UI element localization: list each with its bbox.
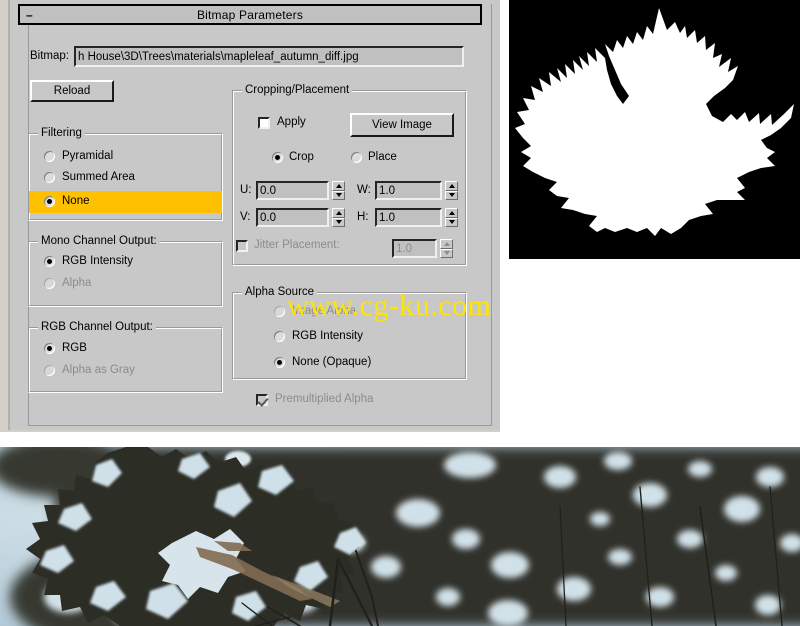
crop-u-label: U: — [240, 183, 252, 196]
radio-icon[interactable] — [272, 152, 283, 164]
view-image-button[interactable]: View Image — [350, 113, 454, 137]
filtering-option-summed-area[interactable]: Summed Area — [44, 171, 135, 184]
rgb-option-rgb[interactable]: RGB — [44, 342, 87, 355]
reload-button[interactable]: Reload — [30, 80, 114, 102]
filtering-option-label: None — [62, 195, 90, 207]
spinner-down-icon[interactable] — [445, 190, 458, 200]
crop-v-input[interactable]: 0.0 — [256, 208, 329, 227]
crop-u-row: U: 0.0 — [240, 181, 345, 200]
spinner-up-icon[interactable] — [332, 208, 345, 218]
jitter-value-input[interactable]: 1.0 — [392, 239, 437, 258]
checkbox-icon[interactable] — [236, 240, 248, 252]
crop-v-spinner[interactable] — [332, 208, 345, 227]
crop-h-label: H: — [357, 210, 369, 223]
mono-option-label: RGB Intensity — [62, 255, 133, 267]
jitter-placement-row[interactable]: Jitter Placement: — [236, 240, 340, 252]
crop-w-label: W: — [357, 183, 371, 196]
spinner-down-icon[interactable] — [445, 217, 458, 227]
minus-icon[interactable]: – — [26, 9, 33, 21]
mono-option-rgb-intensity[interactable]: RGB Intensity — [44, 255, 133, 268]
premultiplied-alpha-label: Premultiplied Alpha — [275, 393, 374, 406]
maple-leaf-icon — [509, 0, 800, 259]
spinner-up-icon[interactable] — [445, 208, 458, 218]
rgb-option-label: Alpha as Gray — [62, 364, 135, 376]
crop-u-spinner[interactable] — [332, 181, 345, 200]
spinner-down-icon[interactable] — [332, 217, 345, 227]
crop-w-row: W: 1.0 — [357, 181, 458, 200]
crop-h-spinner[interactable] — [445, 208, 458, 227]
cropping-placement-title: Cropping/Placement — [242, 84, 353, 96]
alpha-preview-maple-leaf — [509, 0, 800, 259]
crop-v-label: V: — [240, 210, 251, 223]
rgb-channel-output-title: RGB Channel Output: — [38, 321, 156, 333]
filtering-option-label: Summed Area — [62, 171, 135, 183]
mono-channel-output-group: Mono Channel Output: — [28, 235, 223, 307]
spinner-down-icon[interactable] — [440, 248, 453, 258]
radio-icon[interactable] — [44, 256, 55, 268]
mode-option-crop[interactable]: Crop — [272, 151, 314, 164]
watermark-text: www.cg-ku.com — [287, 289, 492, 322]
mono-channel-output-title: Mono Channel Output: — [38, 235, 160, 247]
checkbox-icon[interactable] — [256, 394, 268, 406]
radio-icon[interactable] — [44, 343, 55, 355]
bitmap-path-row: Bitmap: h House\3D\Trees\materials\maple… — [30, 46, 464, 67]
rgb-option-label: RGB — [62, 342, 87, 354]
crop-u-input[interactable]: 0.0 — [256, 181, 329, 200]
radio-icon[interactable] — [274, 306, 285, 318]
rgb-option-alpha-as-gray[interactable]: Alpha as Gray — [44, 364, 135, 377]
radio-icon[interactable] — [44, 196, 55, 208]
rgb-channel-output-group: RGB Channel Output: — [28, 321, 223, 393]
radio-icon[interactable] — [44, 278, 55, 290]
bitmap-label: Bitmap: — [30, 49, 69, 62]
spinner-up-icon[interactable] — [445, 181, 458, 191]
mono-option-alpha[interactable]: Alpha — [44, 277, 92, 290]
rollout-header[interactable]: – Bitmap Parameters — [18, 4, 482, 25]
radio-icon[interactable] — [44, 172, 55, 184]
jitter-placement-label: Jitter Placement: — [254, 239, 340, 252]
apply-label: Apply — [277, 116, 306, 129]
filtering-option-none[interactable]: None — [44, 195, 90, 208]
radio-icon[interactable] — [44, 151, 55, 163]
apply-checkbox-row[interactable]: Apply — [258, 117, 306, 129]
filtering-option-label: Pyramidal — [62, 150, 114, 162]
alpha-option-rgb-intensity[interactable]: RGB Intensity — [274, 330, 363, 343]
photo-canvas — [0, 447, 800, 626]
radio-icon[interactable] — [351, 152, 362, 164]
mode-option-place[interactable]: Place — [351, 151, 397, 164]
checkbox-icon[interactable] — [258, 117, 270, 129]
alpha-option-label: None (Opaque) — [292, 356, 372, 368]
crop-h-input[interactable]: 1.0 — [375, 208, 442, 227]
crop-w-spinner[interactable] — [445, 181, 458, 200]
spinner-up-icon[interactable] — [440, 239, 453, 249]
radio-icon[interactable] — [274, 357, 285, 369]
maple-tree-backlit-photo — [0, 447, 800, 626]
radio-icon[interactable] — [274, 331, 285, 343]
mode-option-label: Place — [368, 151, 397, 163]
jitter-value-row: 1.0 — [392, 239, 453, 258]
alpha-option-none-opaque[interactable]: None (Opaque) — [274, 356, 372, 369]
crop-w-input[interactable]: 1.0 — [375, 181, 442, 200]
radio-icon[interactable] — [44, 365, 55, 377]
alpha-option-label: RGB Intensity — [292, 330, 363, 342]
jitter-spinner[interactable] — [440, 239, 453, 258]
filtering-group-title: Filtering — [38, 127, 85, 139]
spinner-down-icon[interactable] — [332, 190, 345, 200]
filtering-option-pyramidal[interactable]: Pyramidal — [44, 150, 114, 163]
bitmap-parameters-panel: – Bitmap Parameters Bitmap: h House\3D\T… — [0, 0, 500, 432]
mode-option-label: Crop — [289, 151, 314, 163]
panel-title: Bitmap Parameters — [196, 7, 304, 22]
bitmap-path-field[interactable]: h House\3D\Trees\materials\mapleleaf_aut… — [74, 46, 464, 67]
spinner-up-icon[interactable] — [332, 181, 345, 191]
crop-h-row: H: 1.0 — [357, 208, 458, 227]
mono-option-label: Alpha — [62, 277, 92, 289]
crop-v-row: V: 0.0 — [240, 208, 345, 227]
premultiplied-alpha-row[interactable]: Premultiplied Alpha — [256, 394, 373, 406]
